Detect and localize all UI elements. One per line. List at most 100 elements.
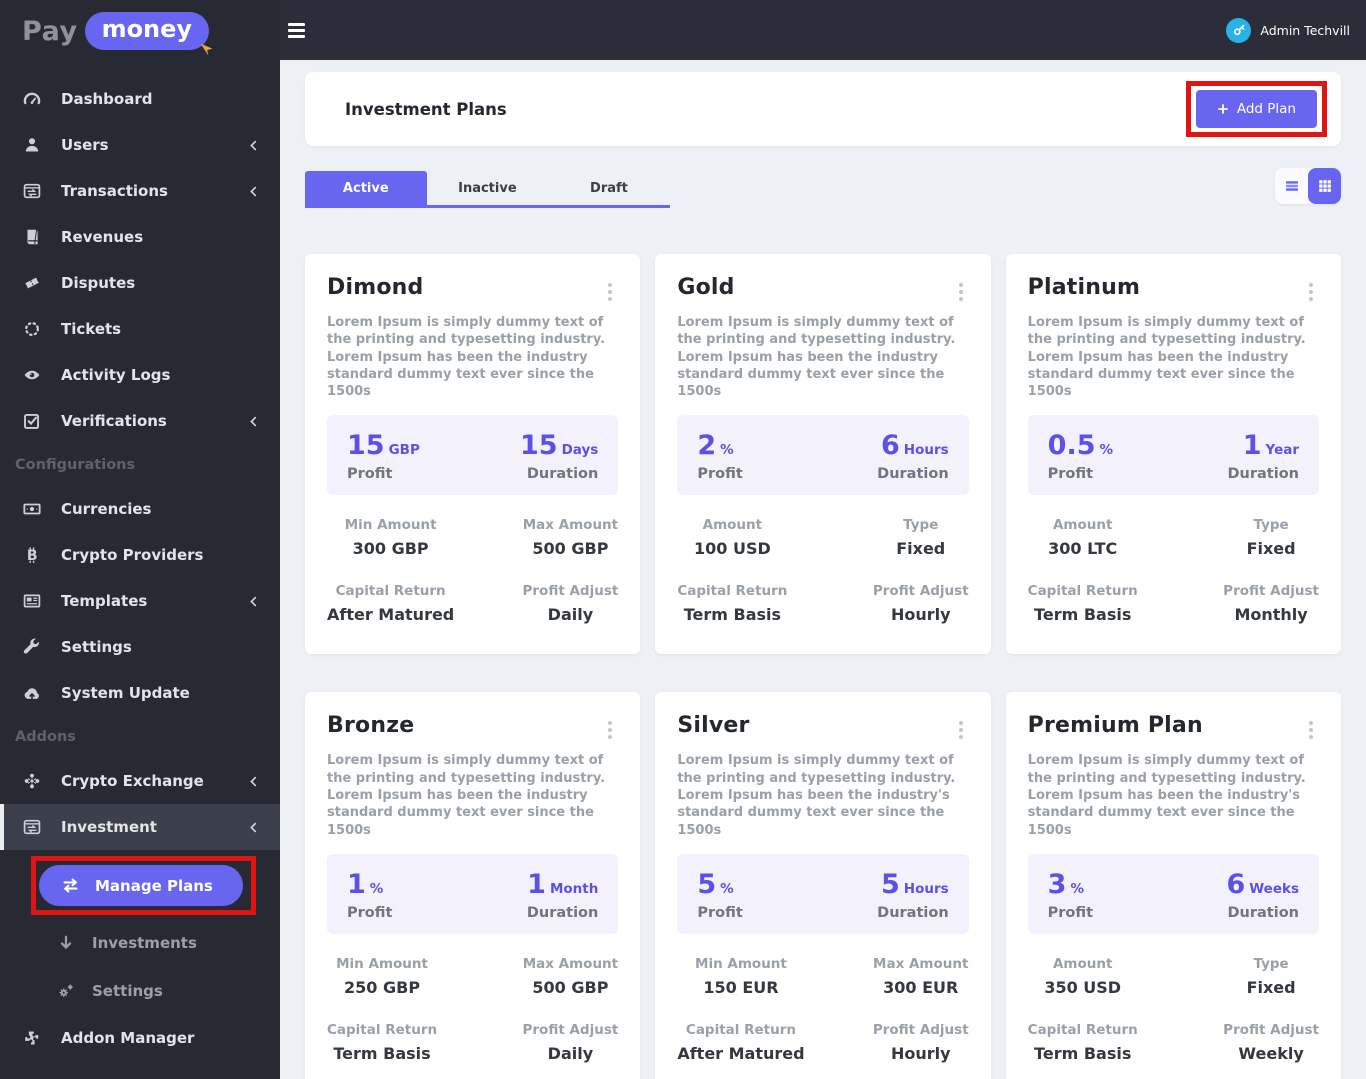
banknote-icon bbox=[22, 500, 42, 518]
sidebar-nav: Dashboard Users Transactions Revenues Di… bbox=[0, 76, 280, 1061]
sidebar-item-templates[interactable]: Templates bbox=[0, 578, 280, 624]
brand-logo[interactable]: Pay money bbox=[0, 0, 280, 62]
sidebar-item-revenues[interactable]: Revenues bbox=[0, 214, 280, 260]
plan-card-bronze: Bronze Lorem Ipsum is simply dummy text … bbox=[305, 692, 641, 1079]
plan-field-type: Type Fixed bbox=[1246, 955, 1296, 997]
annotation-box-manage-plans: Manage Plans bbox=[31, 856, 256, 915]
ticket-icon bbox=[22, 274, 42, 292]
cloud-upload-icon bbox=[22, 684, 42, 702]
plan-title: Bronze bbox=[327, 713, 415, 739]
add-plan-button[interactable]: Add Plan bbox=[1195, 90, 1317, 128]
kebab-menu-icon[interactable] bbox=[602, 279, 618, 305]
kebab-menu-icon[interactable] bbox=[1303, 279, 1319, 305]
grid-view-icon[interactable] bbox=[1308, 168, 1341, 204]
sidebar-item-users[interactable]: Users bbox=[0, 122, 280, 168]
avatar bbox=[1226, 17, 1252, 43]
chevron-left-icon bbox=[247, 595, 260, 608]
tab-strip: Active Inactive Draft bbox=[305, 171, 670, 208]
sidebar-item-currencies[interactable]: Currencies bbox=[0, 486, 280, 532]
plan-duration: 15 Days Duration bbox=[520, 430, 599, 483]
chevron-left-icon bbox=[247, 415, 260, 428]
kebab-menu-icon[interactable] bbox=[1303, 717, 1319, 743]
kebab-menu-icon[interactable] bbox=[602, 717, 618, 743]
cursor-arrow-icon bbox=[198, 41, 215, 58]
page-header-card: Investment Plans Add Plan bbox=[305, 72, 1341, 146]
plan-title: Dimond bbox=[327, 275, 424, 300]
sidebar-item-dashboard[interactable]: Dashboard bbox=[0, 76, 280, 122]
svg-text:B: B bbox=[27, 548, 38, 564]
plan-field-capital-return: Capital Return Term Basis bbox=[1027, 1021, 1138, 1063]
plan-metric-box: 1% Profit 1 Month Duration bbox=[327, 853, 619, 934]
molecule-icon bbox=[22, 772, 42, 790]
view-toggle bbox=[1275, 168, 1341, 204]
plan-field-capital-return: Capital Return Term Basis bbox=[327, 1021, 438, 1063]
plan-field-amount: Amount 350 USD bbox=[1044, 955, 1122, 997]
plan-field-capital-return: Capital Return Term Basis bbox=[1027, 583, 1138, 625]
sidebar-item-addon-manager[interactable]: Addon Manager bbox=[0, 1015, 280, 1061]
plan-field-profit-adjust: Profit Adjust Monthly bbox=[1223, 583, 1319, 625]
chevron-left-icon bbox=[247, 185, 260, 198]
list-view-icon[interactable] bbox=[1275, 168, 1308, 204]
plan-field-amount: Amount 300 LTC bbox=[1048, 517, 1118, 559]
plan-description: Lorem Ipsum is simply dummy text of the … bbox=[1027, 753, 1306, 838]
plan-field-capital-return: Capital Return After Matured bbox=[677, 1021, 805, 1063]
sidebar-section-configurations: Configurations bbox=[15, 457, 136, 473]
sidebar-item-verifications[interactable]: Verifications bbox=[0, 398, 280, 444]
plan-metric-box: 0.5% Profit 1 Year Duration bbox=[1027, 415, 1319, 496]
plan-profit: 2% Profit bbox=[697, 430, 743, 483]
plan-card-premium-plan: Premium Plan Lorem Ipsum is simply dummy… bbox=[1005, 692, 1341, 1079]
puzzle-icon bbox=[22, 1029, 42, 1047]
plan-metric-box: 2% Profit 6 Hours Duration bbox=[677, 415, 969, 496]
plan-duration: 6 Weeks Duration bbox=[1226, 868, 1299, 921]
arrow-down-icon bbox=[56, 934, 76, 952]
plan-description: Lorem Ipsum is simply dummy text of the … bbox=[327, 315, 606, 400]
plan-profit: 3% Profit bbox=[1047, 868, 1094, 921]
sidebar-subitem-settings[interactable]: Settings bbox=[0, 967, 280, 1015]
sidebar-item-transactions[interactable]: Transactions bbox=[0, 168, 280, 214]
plan-title: Premium Plan bbox=[1027, 713, 1203, 739]
sidebar-item-activity-logs[interactable]: Activity Logs bbox=[0, 352, 280, 398]
check-square-icon bbox=[22, 412, 42, 430]
plan-field-min-amount: Min Amount 250 GBP bbox=[336, 955, 428, 997]
tab-active[interactable]: Active bbox=[305, 171, 427, 205]
sidebar-item-crypto-exchange[interactable]: Crypto Exchange bbox=[0, 758, 280, 804]
plan-card-dimond: Dimond Lorem Ipsum is simply dummy text … bbox=[305, 254, 641, 655]
plan-field-capital-return: Capital Return After Matured bbox=[327, 583, 455, 625]
kebab-menu-icon[interactable] bbox=[953, 279, 969, 305]
tab-draft[interactable]: Draft bbox=[548, 171, 670, 205]
window-transfer-icon bbox=[22, 182, 42, 200]
plan-field-capital-return: Capital Return Term Basis bbox=[677, 583, 788, 625]
plan-field-profit-adjust: Profit Adjust Daily bbox=[522, 583, 619, 625]
plan-field-profit-adjust: Profit Adjust Weekly bbox=[1223, 1021, 1319, 1063]
tab-inactive[interactable]: Inactive bbox=[427, 171, 549, 205]
brand-pay-text: Pay bbox=[22, 15, 78, 47]
plan-description: Lorem Ipsum is simply dummy text of the … bbox=[677, 315, 956, 400]
plan-metric-box: 15 GBP Profit 15 Days Duration bbox=[327, 415, 619, 496]
kebab-menu-icon[interactable] bbox=[953, 717, 969, 743]
plan-profit: 5% Profit bbox=[697, 868, 743, 921]
sidebar: Pay money Dashboard Users Transactions R… bbox=[0, 0, 280, 1079]
plan-field-min-amount: Min Amount 300 GBP bbox=[344, 517, 437, 559]
user-menu[interactable]: Admin Techvill bbox=[1226, 17, 1350, 43]
plan-title: Silver bbox=[677, 713, 750, 739]
plan-profit: 0.5% Profit bbox=[1047, 430, 1114, 483]
plan-field-type: Type Fixed bbox=[1246, 517, 1296, 559]
newspaper-icon bbox=[22, 592, 42, 610]
sidebar-item-tickets[interactable]: Tickets bbox=[0, 306, 280, 352]
plan-field-profit-adjust: Profit Adjust Hourly bbox=[872, 1021, 969, 1063]
sidebar-item-system-update[interactable]: System Update bbox=[0, 670, 280, 716]
hamburger-icon[interactable] bbox=[288, 17, 318, 43]
plan-field-max-amount: Max Amount 500 GBP bbox=[522, 955, 619, 997]
sidebar-item-crypto-providers[interactable]: B Crypto Providers bbox=[0, 532, 280, 578]
tabs-row: Active Inactive Draft bbox=[305, 168, 1341, 208]
plan-profit: 1% Profit bbox=[347, 868, 393, 921]
sidebar-item-investment[interactable]: Investment bbox=[0, 804, 280, 850]
swap-arrows-icon bbox=[61, 876, 80, 895]
sidebar-item-settings[interactable]: Settings bbox=[0, 624, 280, 670]
sidebar-subitem-manage-plans[interactable]: Manage Plans bbox=[39, 865, 243, 906]
sidebar-subitem-investments[interactable]: Investments bbox=[0, 919, 280, 967]
plan-description: Lorem Ipsum is simply dummy text of the … bbox=[677, 753, 956, 838]
sidebar-item-disputes[interactable]: Disputes bbox=[0, 260, 280, 306]
chevron-left-icon bbox=[247, 821, 260, 834]
plan-duration: 1 Year Duration bbox=[1227, 430, 1299, 483]
